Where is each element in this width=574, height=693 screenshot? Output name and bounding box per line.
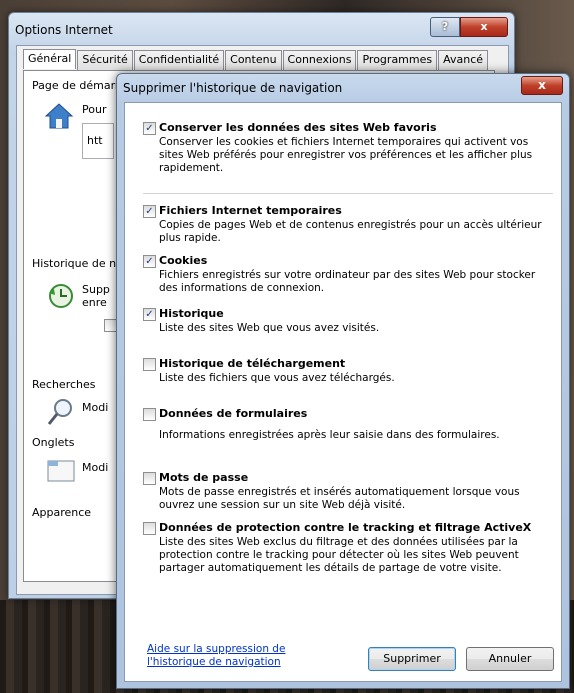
tracking-protection-description: Liste des sites Web exclus du filtrage e… <box>159 536 519 574</box>
cookies-checkbox[interactable]: ✓ <box>143 255 156 268</box>
tab-connections[interactable]: Connexions <box>282 50 357 70</box>
temp-files-checkbox[interactable]: ✓ <box>143 205 156 218</box>
tab-security[interactable]: Sécurité <box>77 50 133 70</box>
separator <box>143 193 553 194</box>
tab-content[interactable]: Contenu <box>225 50 282 70</box>
history-checkbox[interactable]: ✓ <box>143 308 156 321</box>
title-bar-buttons: ? x <box>430 17 508 37</box>
option-form-data: Données de formulaires Informations enre… <box>143 407 553 447</box>
tab-general[interactable]: Général <box>23 49 77 69</box>
cookies-title[interactable]: Cookies <box>159 254 207 267</box>
option-favorites: ✓ Conserver les données des sites Web fa… <box>143 121 553 181</box>
favorites-title[interactable]: Conserver les données des sites Web favo… <box>159 121 437 134</box>
search-label: Recherches <box>32 378 96 391</box>
temp-files-title[interactable]: Fichiers Internet temporaires <box>159 204 342 217</box>
passwords-title[interactable]: Mots de passe <box>159 471 248 484</box>
home-page-url-field[interactable]: htt <box>82 123 114 159</box>
delete-history-dialog: Supprimer l'historique de navigation x ✓… <box>116 73 570 689</box>
tab-strip: Général Sécurité Confidentialité Contenu… <box>23 49 489 70</box>
option-cookies: ✓ Cookies Fichiers enregistrés sur votre… <box>143 254 553 298</box>
history-text-2: enre <box>82 296 107 309</box>
help-link[interactable]: Aide sur la suppression de l'historique … <box>147 643 347 669</box>
passwords-checkbox[interactable] <box>143 472 156 485</box>
dialog-body: ✓ Conserver les données des sites Web fa… <box>124 102 562 682</box>
tabs-icon <box>47 460 75 482</box>
favorites-description: Conserver les cookies et fichiers Intern… <box>159 136 533 174</box>
option-passwords: Mots de passe Mots de passe enregistrés … <box>143 471 553 515</box>
history-text-1: Supp <box>82 283 110 296</box>
option-tracking-protection: Données de protection contre le tracking… <box>143 521 553 591</box>
history-title[interactable]: Historique <box>159 307 224 320</box>
tracking-protection-title[interactable]: Données de protection contre le tracking… <box>159 521 531 534</box>
tracking-protection-checkbox[interactable] <box>143 522 156 535</box>
downloads-description: Liste des fichiers que vous avez télécha… <box>159 372 395 384</box>
temp-files-description: Copies de pages Web et de contenus enreg… <box>159 219 542 244</box>
downloads-checkbox[interactable] <box>143 358 156 371</box>
option-temp-files: ✓ Fichiers Internet temporaires Copies d… <box>143 204 553 248</box>
magnifier-icon <box>47 399 72 425</box>
home-page-label: Page de démarr <box>32 79 120 92</box>
close-button[interactable]: x <box>460 17 508 37</box>
help-button[interactable]: ? <box>430 17 460 37</box>
favorites-checkbox[interactable]: ✓ <box>143 122 156 135</box>
dialog-title: Supprimer l'historique de navigation <box>123 81 343 95</box>
cookies-description: Fichiers enregistrés sur votre ordinateu… <box>159 269 536 294</box>
home-icon <box>44 103 74 129</box>
dialog-close-button[interactable]: x <box>521 76 563 95</box>
tab-programs[interactable]: Programmes <box>357 50 438 70</box>
tabs-section-label: Onglets <box>32 436 75 449</box>
passwords-description: Mots de passe enregistrés et insérés aut… <box>159 486 520 511</box>
delete-button[interactable]: Supprimer <box>368 647 456 671</box>
home-page-text: Pour <box>82 103 107 116</box>
option-history: ✓ Historique Liste des sites Web que vou… <box>143 307 553 337</box>
form-data-title[interactable]: Données de formulaires <box>159 407 307 420</box>
tab-advanced[interactable]: Avancé <box>438 50 489 70</box>
search-text: Modi <box>82 401 109 414</box>
form-data-description: Informations enregistrées après leur sai… <box>159 429 500 441</box>
cancel-button[interactable]: Annuler <box>466 647 554 671</box>
option-downloads: Historique de téléchargement Liste des f… <box>143 357 553 387</box>
tabs-text: Modi <box>82 461 109 474</box>
history-icon <box>49 284 73 308</box>
appearance-label: Apparence <box>32 506 92 519</box>
home-page-url-value: htt <box>87 134 103 147</box>
history-description: Liste des sites Web que vous avez visité… <box>159 322 380 334</box>
history-label: Historique de na <box>32 257 123 270</box>
window-title: Options Internet <box>15 23 113 37</box>
tab-privacy[interactable]: Confidentialité <box>133 50 225 70</box>
form-data-checkbox[interactable] <box>143 408 156 421</box>
downloads-title[interactable]: Historique de téléchargement <box>159 357 345 370</box>
